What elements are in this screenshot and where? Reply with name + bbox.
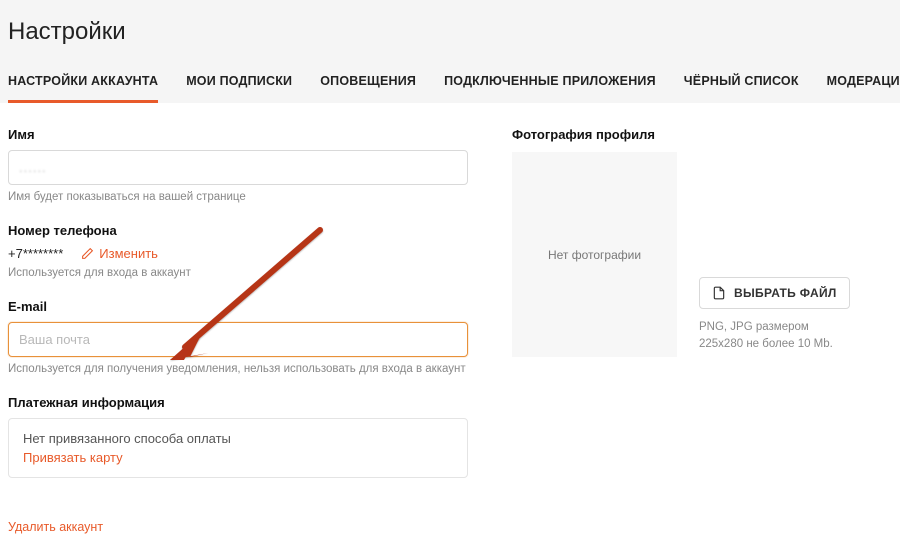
page-header: Настройки: [0, 0, 900, 64]
name-field-group: Имя ...... Имя будет показываться на ваш…: [8, 127, 468, 203]
name-label: Имя: [8, 127, 468, 142]
email-field-group: E-mail Используется для получения уведом…: [8, 299, 468, 375]
photo-side: ВЫБРАТЬ ФАЙЛ PNG, JPG размером 225x280 н…: [699, 277, 852, 358]
tab-connected-apps[interactable]: ПОДКЛЮЧЕННЫЕ ПРИЛОЖЕНИЯ: [444, 64, 656, 103]
photo-hint: PNG, JPG размером 225x280 не более 10 Mb…: [699, 319, 852, 354]
payment-box: Нет привязанного способа оплаты Привязат…: [8, 418, 468, 478]
tab-chat-moderation[interactable]: МОДЕРАЦИЯ ЧАТА: [827, 64, 900, 103]
tab-account-settings[interactable]: НАСТРОЙКИ АККАУНТА: [8, 64, 158, 103]
phone-edit-link[interactable]: Изменить: [81, 246, 158, 261]
email-label: E-mail: [8, 299, 468, 314]
name-value-blurred: ......: [19, 160, 47, 175]
phone-value: +7********: [8, 246, 63, 261]
photo-placeholder-text: Нет фотографии: [548, 248, 641, 262]
choose-file-label: ВЫБРАТЬ ФАЙЛ: [734, 286, 837, 300]
main-content: Имя ...... Имя будет показываться на ваш…: [0, 103, 900, 542]
pencil-icon: [81, 247, 94, 260]
phone-helper: Используется для входа в аккаунт: [8, 267, 468, 279]
phone-edit-label: Изменить: [99, 246, 158, 261]
delete-account-link[interactable]: Удалить аккаунт: [8, 520, 103, 534]
file-icon: [712, 286, 726, 300]
photo-area: Нет фотографии ВЫБРАТЬ ФАЙЛ PNG, JPG раз…: [512, 152, 852, 357]
tab-blacklist[interactable]: ЧЁРНЫЙ СПИСОК: [684, 64, 799, 103]
email-helper: Используется для получения уведомления, …: [8, 363, 468, 375]
email-input[interactable]: [8, 322, 468, 357]
photo-section-label: Фотография профиля: [512, 127, 852, 142]
photo-placeholder: Нет фотографии: [512, 152, 677, 357]
payment-link-card[interactable]: Привязать карту: [23, 450, 453, 465]
page-title: Настройки: [8, 18, 892, 46]
name-helper: Имя будет показываться на вашей странице: [8, 191, 468, 203]
left-column: Имя ...... Имя будет показываться на ваш…: [8, 127, 468, 534]
tab-subscriptions[interactable]: МОИ ПОДПИСКИ: [186, 64, 292, 103]
name-input[interactable]: ......: [8, 150, 468, 185]
payment-field-group: Платежная информация Нет привязанного сп…: [8, 395, 468, 478]
choose-file-button[interactable]: ВЫБРАТЬ ФАЙЛ: [699, 277, 850, 309]
tabs-nav: НАСТРОЙКИ АККАУНТА МОИ ПОДПИСКИ ОПОВЕЩЕН…: [0, 64, 900, 103]
phone-field-group: Номер телефона +7******** Изменить Испол…: [8, 223, 468, 279]
tab-notifications[interactable]: ОПОВЕЩЕНИЯ: [320, 64, 416, 103]
payment-label: Платежная информация: [8, 395, 468, 410]
payment-none-text: Нет привязанного способа оплаты: [23, 431, 453, 446]
phone-label: Номер телефона: [8, 223, 468, 238]
right-column: Фотография профиля Нет фотографии ВЫБРАТ…: [512, 127, 852, 534]
